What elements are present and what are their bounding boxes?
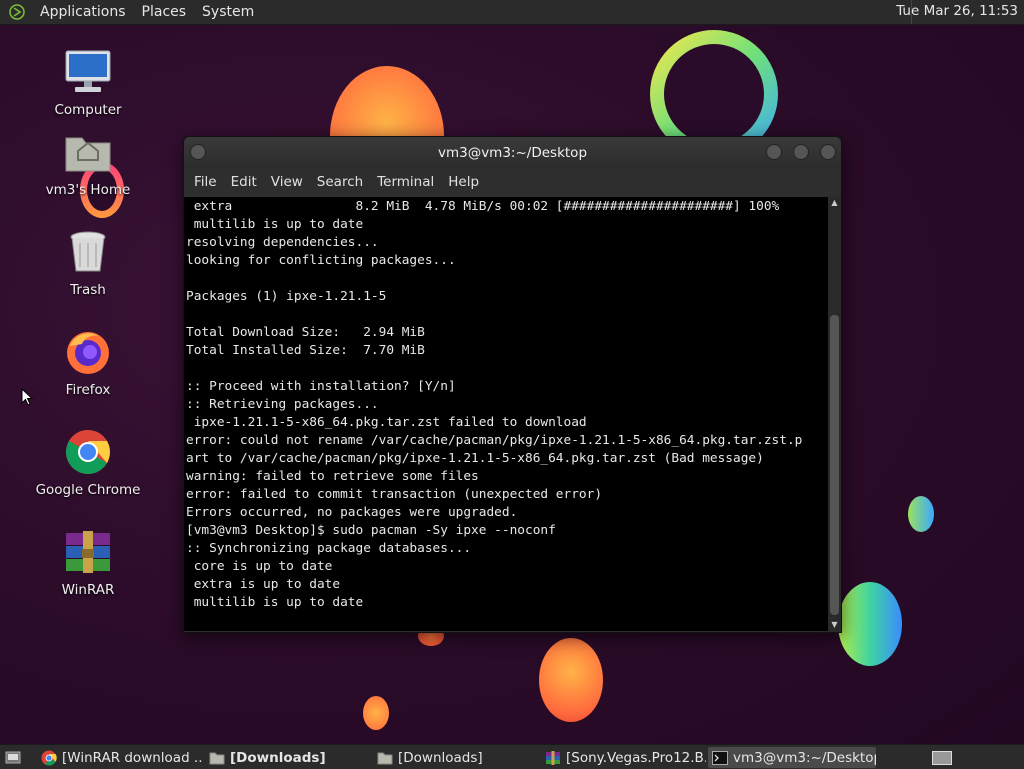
terminal-line: looking for conflicting packages... (186, 253, 456, 268)
terminal-line: core is up to date (186, 559, 333, 574)
taskbar-item-downloads-1[interactable]: [Downloads] (205, 747, 367, 768)
wallpaper-small-ball (363, 696, 389, 730)
terminal-line: :: Proceed with installation? [Y/n] (186, 379, 456, 394)
computer-icon (62, 46, 114, 98)
desktop-icon-label: vm3's Home (45, 182, 131, 198)
desktop-icon-firefox[interactable]: Firefox (33, 326, 143, 398)
terminal-line: multilib is up to date (186, 217, 364, 232)
applications-menu[interactable]: Applications (32, 4, 134, 20)
taskbar-item-label: vm3@vm3:~/Desktop (733, 749, 876, 766)
terminal-titlebar[interactable]: vm3@vm3:~/Desktop (184, 137, 841, 168)
terminal-line: resolving dependencies... (186, 235, 379, 250)
terminal-menubar: File Edit View Search Terminal Help (184, 168, 841, 196)
terminal-scrollbar[interactable]: ▲ ▼ (828, 197, 841, 631)
workspace-icon (932, 750, 952, 766)
bottom-taskbar: [WinRAR download ... [Downloads] [Downlo… (0, 744, 1024, 769)
terminal-line: Packages (1) ipxe-1.21.1-5 (186, 289, 387, 304)
terminal-line: :: Retrieving packages... (186, 397, 379, 412)
taskbar-item-winrar[interactable]: [Sony.Vegas.Pro12.B... (541, 747, 706, 768)
terminal-line: :: Synchronizing package databases... (186, 541, 472, 556)
menu-terminal[interactable]: Terminal (370, 174, 441, 190)
system-menu[interactable]: System (194, 4, 262, 20)
scrollbar-thumb[interactable] (830, 315, 839, 615)
show-desktop-icon (5, 750, 21, 766)
taskbar-item-label: [Sony.Vegas.Pro12.B... (566, 749, 706, 766)
chrome-icon (62, 426, 114, 478)
desktop-icon-label: Google Chrome (35, 482, 141, 498)
desktop-icon-label: Computer (54, 102, 122, 118)
wallpaper-green-ball (838, 582, 902, 666)
terminal-line: error: failed to commit transaction (une… (186, 487, 603, 502)
taskbar-item-downloads-2[interactable]: [Downloads] (373, 747, 535, 768)
menu-help[interactable]: Help (441, 174, 486, 190)
desktop-icon-label: WinRAR (61, 582, 115, 598)
desktop-icon-label: Trash (70, 282, 106, 298)
terminal-window[interactable]: vm3@vm3:~/Desktop File Edit View Search … (183, 136, 842, 633)
top-panel: Applications Places System Tue Mar 26, 1… (0, 0, 1024, 25)
menu-file[interactable]: File (187, 174, 224, 190)
panel-clock[interactable]: Tue Mar 26, 11:53 (896, 3, 1018, 19)
terminal-line: ipxe-1.21.1-5-x86_64.pkg.tar.zst failed … (186, 415, 587, 430)
terminal-title: vm3@vm3:~/Desktop (437, 145, 588, 161)
menu-edit[interactable]: Edit (224, 174, 264, 190)
close-button[interactable] (820, 144, 836, 160)
desktop-icon-home[interactable]: vm3's Home (33, 126, 143, 198)
folder-icon (209, 750, 225, 766)
taskbar-item-label: [WinRAR download ... (62, 749, 203, 766)
taskbar-item-chrome[interactable]: [WinRAR download ... (37, 747, 203, 768)
scroll-down-icon[interactable]: ▼ (828, 619, 841, 631)
menu-view[interactable]: View (264, 174, 310, 190)
terminal-line: multilib is up to date (186, 595, 364, 610)
distro-logo-icon[interactable] (8, 3, 26, 21)
trash-icon (62, 226, 114, 278)
terminal-line: Errors occurred, no packages were upgrad… (186, 505, 518, 520)
terminal-line: extra 8.2 MiB 4.78 MiB/s 00:02 [########… (186, 199, 780, 214)
terminal-line: art to /var/cache/pacman/pkg/ipxe-1.21.1… (186, 451, 764, 466)
taskbar-item-terminal[interactable]: vm3@vm3:~/Desktop (708, 747, 876, 768)
terminal-line: warning: failed to retrieve some files (186, 469, 479, 484)
show-desktop-button[interactable] (2, 747, 24, 768)
terminal-icon (712, 750, 728, 766)
winrar-icon (545, 750, 561, 766)
home-folder-icon (62, 126, 114, 178)
chrome-icon (41, 750, 57, 766)
wallpaper-blue-ball (908, 496, 934, 532)
desktop-icon-winrar[interactable]: WinRAR (33, 526, 143, 598)
terminal-line: extra is up to date (186, 577, 341, 592)
desktop-icon-trash[interactable]: Trash (33, 226, 143, 298)
minimize-button[interactable] (766, 144, 782, 160)
terminal-line: Total Installed Size: 7.70 MiB (186, 343, 425, 358)
workspace-switcher[interactable] (928, 747, 956, 768)
firefox-icon (62, 326, 114, 378)
places-menu[interactable]: Places (134, 4, 195, 20)
terminal-line: Total Download Size: 2.94 MiB (186, 325, 425, 340)
taskbar-item-label: [Downloads] (398, 749, 483, 766)
terminal-line: error: could not rename /var/cache/pacma… (186, 433, 803, 448)
desktop-icon-computer[interactable]: Computer (33, 46, 143, 118)
maximize-button[interactable] (793, 144, 809, 160)
desktop-icon-label: Firefox (65, 382, 111, 398)
mouse-cursor-icon (21, 387, 34, 410)
terminal-line: [vm3@vm3 Desktop]$ sudo pacman -Sy ipxe … (186, 523, 556, 538)
menu-search[interactable]: Search (310, 174, 370, 190)
wallpaper-orange-ball-2 (539, 638, 603, 722)
scroll-up-icon[interactable]: ▲ (828, 197, 841, 209)
desktop-icon-chrome[interactable]: Google Chrome (33, 426, 143, 498)
winrar-icon (62, 526, 114, 578)
taskbar-item-label: [Downloads] (230, 749, 326, 766)
terminal-output[interactable]: extra 8.2 MiB 4.78 MiB/s 00:02 [########… (184, 197, 828, 631)
folder-icon (377, 750, 393, 766)
